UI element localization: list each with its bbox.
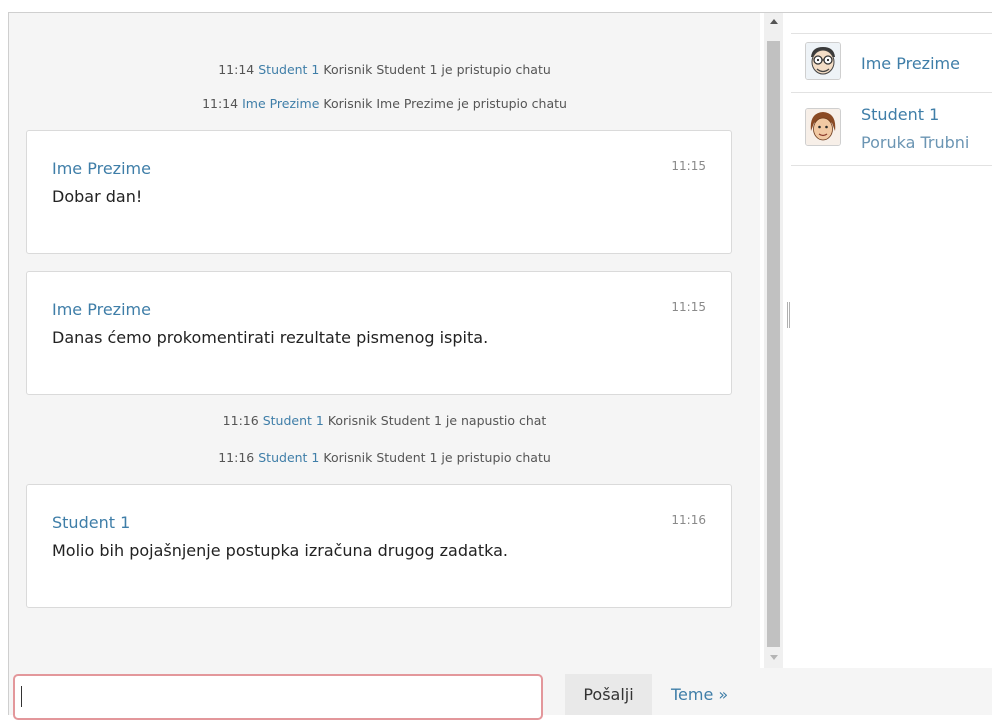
- system-event: 11:16 Student 1 Korisnik Student 1 je na…: [9, 413, 760, 428]
- chat-scrollbar[interactable]: [764, 13, 783, 668]
- event-text: Korisnik Student 1 je pristupio chatu: [323, 450, 551, 465]
- system-event: 11:14 Student 1 Korisnik Student 1 je pr…: [9, 62, 760, 77]
- chat-message: Ime Prezime 11:15 Dobar dan!: [26, 130, 732, 254]
- message-input[interactable]: [13, 674, 543, 720]
- user-list-item[interactable]: Student 1 Poruka Trubni: [791, 93, 992, 166]
- event-user: Ime Prezime: [242, 96, 320, 111]
- system-event: 11:14 Ime Prezime Korisnik Ime Prezime j…: [9, 96, 760, 111]
- chat-message: Student 1 11:16 Molio bih pojašnjenje po…: [26, 484, 732, 608]
- cartoon-man-glasses-icon: [805, 42, 841, 80]
- cartoon-student-icon: [805, 108, 841, 146]
- message-text: Danas ćemo prokomentirati rezultate pism…: [52, 328, 489, 347]
- message-time: 11:15: [671, 300, 706, 314]
- user-name: Student 1: [861, 105, 940, 124]
- send-button[interactable]: Pošalji: [565, 674, 652, 715]
- chat-messages-pane[interactable]: 11:14 Student 1 Korisnik Student 1 je pr…: [9, 13, 760, 668]
- event-user: Student 1: [258, 450, 320, 465]
- event-text: Korisnik Student 1 je napustio chat: [327, 413, 547, 428]
- event-time: 11:16: [222, 413, 259, 428]
- scroll-down-arrow-icon[interactable]: [764, 646, 783, 668]
- event-text: Korisnik Student 1 je pristupio chatu: [323, 62, 551, 77]
- system-event: 11:16 Student 1 Korisnik Student 1 je pr…: [9, 450, 760, 465]
- user-name: Ime Prezime: [861, 54, 960, 73]
- message-text: Dobar dan!: [52, 187, 143, 206]
- text-cursor: [21, 686, 22, 707]
- user-list-item[interactable]: Ime Prezime: [791, 34, 992, 93]
- message-author[interactable]: Ime Prezime: [52, 159, 151, 178]
- event-time: 11:16: [218, 450, 255, 465]
- online-users-pane: Ime Prezime Student 1 Poruka Trubni: [791, 13, 992, 715]
- message-time: 11:15: [671, 159, 706, 173]
- event-user: Student 1: [262, 413, 324, 428]
- chat-message: Ime Prezime 11:15 Danas ćemo prokomentir…: [26, 271, 732, 395]
- message-author[interactable]: Student 1: [52, 513, 130, 532]
- event-time: 11:14: [202, 96, 239, 111]
- message-author[interactable]: Ime Prezime: [52, 300, 151, 319]
- event-time: 11:14: [218, 62, 255, 77]
- event-text: Korisnik Ime Prezime je pristupio chatu: [323, 96, 567, 111]
- message-time: 11:16: [671, 513, 706, 527]
- user-status-message: Poruka Trubni: [861, 133, 970, 152]
- message-text: Molio bih pojašnjenje postupka izračuna …: [52, 541, 508, 560]
- event-user: Student 1: [258, 62, 320, 77]
- scroll-up-arrow-icon[interactable]: [764, 13, 783, 35]
- message-composer: Pošalji Teme »: [9, 668, 992, 720]
- themes-link[interactable]: Teme »: [671, 685, 728, 704]
- scroll-thumb[interactable]: [767, 41, 780, 647]
